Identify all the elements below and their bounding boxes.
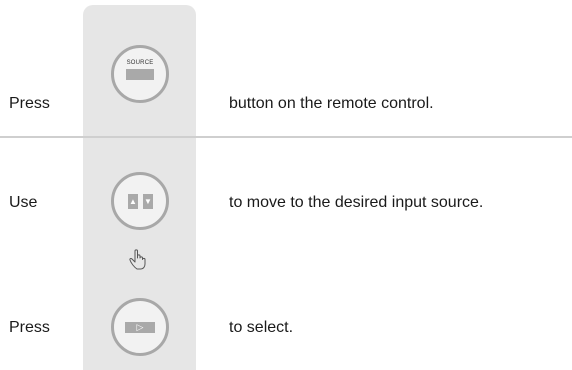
step1-instruction-text: button on the remote control. xyxy=(229,95,434,112)
step2-lead-text: Use xyxy=(9,194,38,211)
step3-lead-text: Press xyxy=(9,319,50,336)
up-down-arrow-button: ▲ ▼ xyxy=(111,172,169,230)
step2-instruction-text: to move to the desired input source. xyxy=(229,194,484,211)
enter-button-key: ▷ xyxy=(125,322,155,333)
pointing-hand-icon xyxy=(129,249,146,270)
step1-lead-text: Press xyxy=(9,95,50,112)
enter-button: ▷ xyxy=(111,298,169,356)
section-divider xyxy=(0,136,572,138)
step3-instruction-text: to select. xyxy=(229,319,294,336)
source-button-key xyxy=(126,69,154,80)
up-arrow-key: ▲ xyxy=(128,194,138,209)
source-button-label: SOURCE xyxy=(126,60,154,66)
down-arrow-icon: ▼ xyxy=(144,197,152,206)
play-arrow-icon: ▷ xyxy=(136,322,144,332)
up-arrow-icon: ▲ xyxy=(129,197,137,206)
source-button: SOURCE xyxy=(111,45,169,103)
down-arrow-key: ▼ xyxy=(143,194,153,209)
